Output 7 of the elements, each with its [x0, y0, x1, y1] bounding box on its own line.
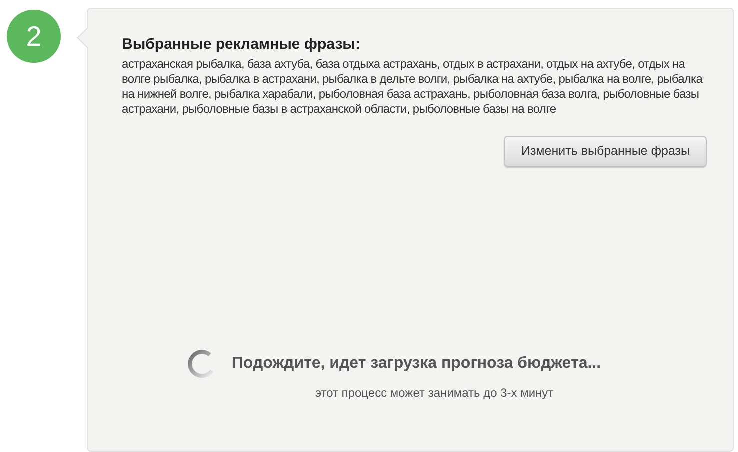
- loading-message: Подождите, идет загрузка прогноза бюджета...: [232, 354, 602, 374]
- loading-spinner-icon: [188, 350, 216, 378]
- phrase-list: астраханская рыбалка, база ахтуба, база отдыха астрахань, отдых в астрахани, отдых на ахтубе, отдых на волге рыбалка, рыбалка в астрахани, рыбалка в дельте волги, рыбалка на ахтубе, рыбалка на волге, рыбалка на нижней волге, рыбалка харабали, рыболовная база астрахань, рыболовная база волга, рыболовные базы астрахани, рыболовные базы в астраханской области, рыболовные базы на волге: [122, 57, 707, 117]
- loading-note: этот процесс может занимать до 3-х минут: [314, 385, 554, 402]
- section-title: Выбранные рекламные фразы:: [122, 35, 362, 55]
- edit-phrases-button[interactable]: Изменить выбранные фразы: [504, 136, 707, 167]
- step-number-badge: 2: [7, 10, 61, 63]
